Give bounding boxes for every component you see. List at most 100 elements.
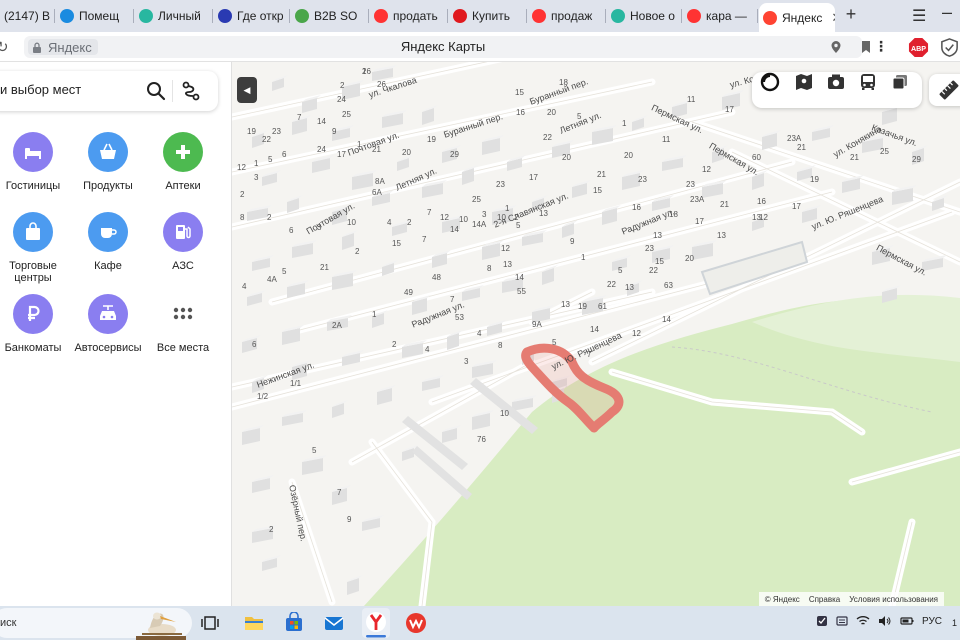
browser-tab[interactable]: (2147) В: [0, 3, 55, 29]
terms-link[interactable]: Условия использования: [849, 595, 938, 604]
battery-icon[interactable]: [900, 615, 914, 627]
copyright-link[interactable]: © Яндекс: [765, 595, 800, 604]
search-input[interactable]: [0, 82, 140, 97]
keyboard-tray-icon[interactable]: [836, 615, 848, 627]
language-indicator[interactable]: РУС: [922, 616, 942, 627]
map-layer-scheme-icon[interactable]: [760, 72, 780, 92]
search-divider: [172, 80, 173, 102]
mail-icon[interactable]: [323, 612, 345, 634]
house-number: 23: [638, 175, 647, 184]
house-number: 8: [487, 264, 492, 273]
browser-tab[interactable]: Личный: [135, 3, 213, 29]
more-options-icon[interactable]: ⋮: [874, 38, 888, 55]
category-6[interactable]: АЗС: [143, 212, 223, 272]
house-number: 24: [337, 95, 346, 104]
category-2[interactable]: Продукты: [68, 132, 148, 192]
search-icon[interactable]: [146, 81, 166, 101]
browser-tab[interactable]: Где откр: [214, 3, 290, 29]
map-canvas[interactable]: 26 2 24 25 14 7 23 22 19 12 24 17 6 5 1 3 2 26 9 1 6А 8А 8 2 6 3 1…: [232, 62, 960, 606]
new-tab-button[interactable]: +: [841, 5, 861, 25]
panorama-icon[interactable]: [794, 72, 814, 92]
category-label: АЗС: [172, 260, 194, 272]
url-field[interactable]: Яндекс Яндекс Карты: [24, 36, 870, 58]
category-7[interactable]: Банкоматы: [0, 294, 73, 354]
camera-icon[interactable]: [826, 72, 846, 92]
browser-tab[interactable]: Помещ: [56, 3, 134, 29]
bookmark-icon[interactable]: [860, 40, 872, 54]
browser-tab[interactable]: продать: [370, 3, 448, 29]
site-chip[interactable]: Яндекс: [28, 39, 98, 55]
house-number: 9: [347, 515, 352, 524]
house-number: 25: [342, 110, 351, 119]
protect-shield-icon[interactable]: [939, 37, 960, 58]
collapse-panel-button[interactable]: ◀: [237, 77, 257, 103]
location-pin-icon[interactable]: [830, 40, 842, 54]
help-link[interactable]: Справка: [809, 595, 840, 604]
category-label: Продукты: [83, 180, 133, 192]
house-number: 22: [649, 266, 658, 275]
volume-icon[interactable]: [878, 615, 892, 627]
house-number: 2: [407, 218, 412, 227]
house-number: 20: [685, 254, 694, 263]
house-number: 15: [392, 239, 401, 248]
house-number: 21: [320, 263, 329, 272]
house-number: 20: [624, 151, 633, 160]
category-3[interactable]: Аптеки: [143, 132, 223, 192]
browser-tab[interactable]: Новое о: [607, 3, 682, 29]
wps-office-icon[interactable]: [405, 612, 427, 634]
store-icon[interactable]: [283, 612, 305, 634]
category-9[interactable]: Все места: [143, 294, 223, 354]
tab-label: Где откр: [237, 9, 284, 23]
house-number: 22: [543, 133, 552, 142]
address-bar: ↻ Яндекс Яндекс Карты ⋮ ABP: [0, 32, 960, 62]
house-number: 11: [662, 135, 671, 144]
category-4[interactable]: Торговые центры: [0, 212, 73, 284]
house-number: 76: [477, 435, 486, 444]
house-number: 17: [792, 202, 801, 211]
category-5[interactable]: Кафе: [68, 212, 148, 272]
route-icon[interactable]: [180, 80, 202, 102]
reload-icon[interactable]: ↻: [0, 38, 9, 56]
tab-separator: [681, 9, 682, 23]
transport-bus-icon[interactable]: [858, 72, 878, 92]
house-number: 5: [268, 155, 273, 164]
house-number: 10: [459, 215, 468, 224]
house-number: 22: [262, 135, 271, 144]
windows-taskbar: иск РУС 1: [0, 606, 960, 640]
browser-tab[interactable]: продаж: [528, 3, 606, 29]
browser-tab[interactable]: Яндекс ✕: [759, 3, 835, 32]
domclick-icon: [611, 9, 625, 23]
house-number: 23А: [787, 134, 802, 143]
house-number: 12: [702, 165, 711, 174]
category-label: Аптеки: [165, 180, 201, 192]
browser-tab[interactable]: Купить: [449, 3, 527, 29]
tab-separator: [526, 9, 527, 23]
tab-separator: [447, 9, 448, 23]
category-label: Торговые центры: [9, 260, 57, 284]
wifi-icon[interactable]: [856, 615, 870, 627]
house-number: 1: [622, 119, 627, 128]
ruler-button[interactable]: [929, 74, 960, 106]
house-number: 12: [632, 329, 641, 338]
layers-icon[interactable]: [890, 72, 910, 92]
menu-icon[interactable]: ☰: [912, 6, 926, 26]
clock[interactable]: 1: [952, 618, 957, 628]
house-number: 15: [655, 257, 664, 266]
close-tab-icon[interactable]: ✕: [831, 10, 835, 26]
house-number: 29: [912, 155, 921, 164]
browser-tab[interactable]: B2B SO: [291, 3, 369, 29]
yandex-browser-active-app[interactable]: [362, 608, 390, 638]
file-explorer-icon[interactable]: [243, 612, 265, 634]
antivirus-tray-icon[interactable]: [816, 615, 828, 627]
fuel-icon: [163, 212, 203, 252]
lock-icon: [33, 42, 41, 53]
ring-icon: [218, 9, 232, 23]
category-1[interactable]: Гостиницы: [0, 132, 73, 192]
category-8[interactable]: Автосервисы: [68, 294, 148, 354]
minimize-icon[interactable]: –: [942, 2, 952, 23]
house-number: 7: [297, 113, 302, 122]
task-view-icon[interactable]: [199, 612, 221, 634]
house-number: 12: [501, 244, 510, 253]
browser-tab[interactable]: кара —: [683, 3, 758, 29]
adblock-plus-icon[interactable]: ABP: [908, 37, 929, 58]
